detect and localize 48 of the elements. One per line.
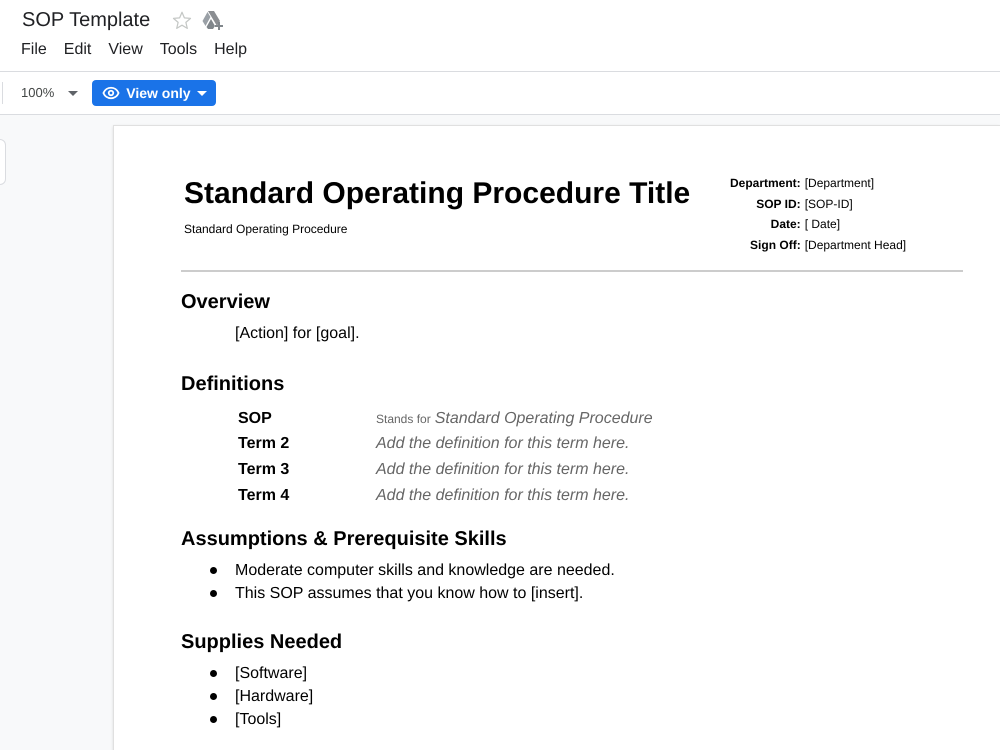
list-item-text: [Hardware] [235, 686, 314, 707]
term-text: Term 2 [238, 435, 290, 452]
meta-value: [SOP-ID] [804, 196, 854, 212]
definition-text: Add the definition for this term here. [376, 486, 630, 506]
panel-toggle-button[interactable] [0, 139, 6, 185]
menu-item[interactable]: View [108, 39, 143, 61]
term-text: Term 4 [238, 486, 290, 504]
term-text: Term 3 [238, 460, 290, 478]
definition-text: Add the definition for this term here. [376, 460, 630, 480]
bullet-icon [210, 567, 217, 574]
term-text: SOP [238, 410, 272, 427]
star-icon[interactable] [172, 10, 192, 30]
zoom-dropdown[interactable]: 100% [19, 80, 80, 106]
definition-text: Standard Operating Procedure [434, 408, 653, 429]
triangle-plus-icon[interactable] [202, 10, 224, 30]
caret-icon [196, 90, 207, 96]
bullet-icon [210, 716, 217, 724]
meta-value: [Department Head] [804, 236, 906, 254]
menu-item[interactable]: Edit [64, 39, 92, 61]
list-item-text: This SOP assumes that you know how to [insert]. [235, 584, 584, 604]
meta-label: Department: [730, 175, 801, 192]
bullet-icon [210, 670, 217, 678]
section-heading: Supplies Needed [181, 630, 344, 656]
view-only-button[interactable]: View only [92, 80, 216, 106]
section-heading: Assumptions & Prerequisite Skills [181, 527, 508, 552]
list-item-text: [Software] [235, 664, 308, 684]
meta-label: Sign Off: [749, 236, 801, 254]
bullet-icon [210, 590, 217, 598]
document-heading: Standard Operating Procedure Title [184, 176, 692, 212]
menu-item[interactable]: Tools [160, 39, 198, 61]
menu-item[interactable]: Help [214, 39, 248, 61]
menu-item[interactable]: File [21, 39, 47, 61]
meta-label: SOP ID: [755, 196, 801, 212]
paragraph-text: [Action] for [goal]. [234, 324, 361, 344]
meta-label: Date: [770, 216, 801, 233]
definition-text: Add the definition for this term here. [376, 434, 630, 454]
meta-value: [Department] [804, 175, 876, 192]
section-heading: Overview [181, 290, 271, 315]
eye-icon [102, 84, 120, 102]
caret-icon [68, 90, 78, 96]
document-subtitle: Standard Operating Procedure [184, 221, 348, 237]
document-title[interactable]: SOP Template [22, 7, 150, 33]
list-item-text: Moderate computer skills and knowledge are needed. [235, 560, 615, 581]
definition-prefix: Stands for [376, 410, 431, 427]
list-item-text: [Tools] [235, 710, 282, 730]
section-heading: Definitions [181, 372, 286, 397]
meta-value: [ Date] [804, 216, 842, 233]
bullet-icon [210, 693, 217, 700]
